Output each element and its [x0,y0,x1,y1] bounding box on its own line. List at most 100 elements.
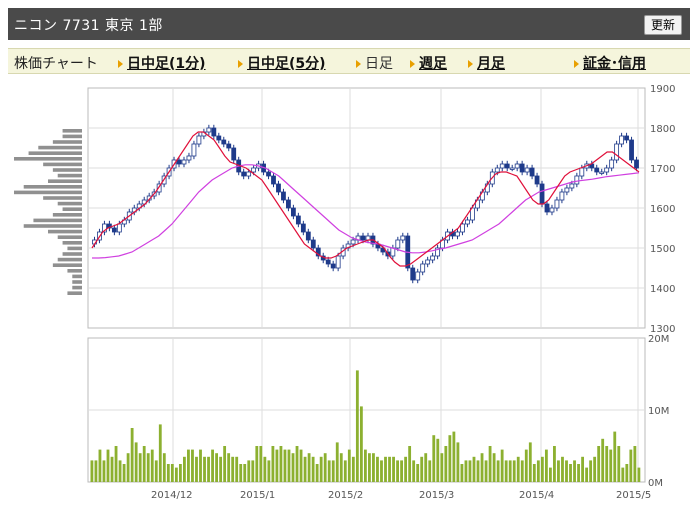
volume-bar [613,431,617,482]
candle-body [559,191,565,201]
volume-bar [219,456,223,482]
volume-bar [251,460,255,482]
volume-bar [436,438,440,482]
candle-body [211,127,217,137]
volume-profile-bar [43,196,82,200]
candle-body [455,231,460,237]
volume-bar [544,449,548,482]
candle-body [569,183,575,189]
volume-bar [339,453,343,482]
candle-body [594,167,600,173]
volume-bar [215,453,219,482]
volume-bar [315,464,319,482]
candle-body [276,183,281,193]
volume-bar [540,456,544,482]
volume-bar [142,446,146,482]
volume-bar [508,460,512,482]
volume-bar [327,460,331,482]
candle-body [196,135,202,145]
volume-bar [384,456,387,482]
volume-bar [456,442,460,482]
volume-bar [295,446,299,482]
volume-bar [106,449,110,482]
volume-profile-bar [52,140,82,144]
candle-body [604,167,610,173]
date-tick-label: 2015/4 [519,490,554,501]
volume-bar [444,446,448,482]
volume-profile-bar [28,151,83,155]
volume-bar [102,460,106,482]
volume-profile-bar [62,252,82,256]
volume-bar [211,449,214,482]
price-tick-label: 1600 [650,204,675,215]
candle-body [514,163,520,169]
volume-profile-bar [52,263,82,267]
candle-body [554,199,560,209]
volume-bar [424,453,428,482]
candle-body [191,143,197,157]
candle-body [281,191,286,201]
candle-body [599,171,605,174]
volume-bar [472,456,476,482]
volume-bar [617,446,621,482]
volume-bar [404,456,408,482]
candle-body [614,143,620,161]
volume-bar [170,464,174,482]
volume-bar [512,460,516,482]
volume-bar [130,428,134,482]
volume-bar [392,456,395,482]
volume-bar [94,460,98,482]
volume-bar [376,456,379,482]
volume-bar [183,456,186,482]
volume-bar [460,464,464,482]
candle-body [579,167,585,177]
volume-bar [372,453,375,482]
volume-bar [178,464,182,482]
price-panel: 1300140015001600170018001900 [14,84,675,335]
volume-bar [195,456,198,482]
volume-bar [488,446,492,482]
volume-bar [291,453,295,482]
candle-body [290,207,296,217]
price-tick-label: 1700 [650,164,675,175]
volume-bar [259,446,263,482]
volume-bar [359,406,363,482]
volume-profile-bar [43,162,82,167]
volume-profile-bar [67,246,82,251]
volume-bar [267,460,271,482]
candle-body [524,167,530,173]
volume-bar [416,464,420,482]
volume-profile-bar [33,218,82,223]
volume-bar [520,460,524,482]
volume-bar [351,456,355,482]
candle-body [539,183,545,205]
volume-bar [347,449,351,482]
volume-bar [118,460,122,482]
volume-bar [532,464,536,482]
volume-bar [227,453,231,482]
volume-bar [605,446,609,482]
volume-bar [343,460,347,482]
candle-body [420,263,426,273]
volume-bar [440,453,444,482]
volume-bar [299,449,303,482]
volume-bar [335,442,339,482]
volume-profile-bar [38,145,82,150]
candle-body [251,167,257,173]
volume-bar [174,467,178,482]
volume-profile-bar [72,274,82,279]
candle-body [410,267,416,281]
volume-bar [355,370,359,482]
candle-body [300,223,306,233]
candle-body [619,135,624,145]
candle-body [574,175,580,185]
volume-profile-bar [52,168,82,172]
volume-bar [223,446,227,482]
volume-profile-bar [62,129,82,133]
volume-bar [134,442,138,482]
candle-body [206,127,212,133]
volume-bar [553,446,556,482]
candle-body [246,171,252,177]
volume-bar [601,438,605,482]
candle-body [221,139,227,145]
